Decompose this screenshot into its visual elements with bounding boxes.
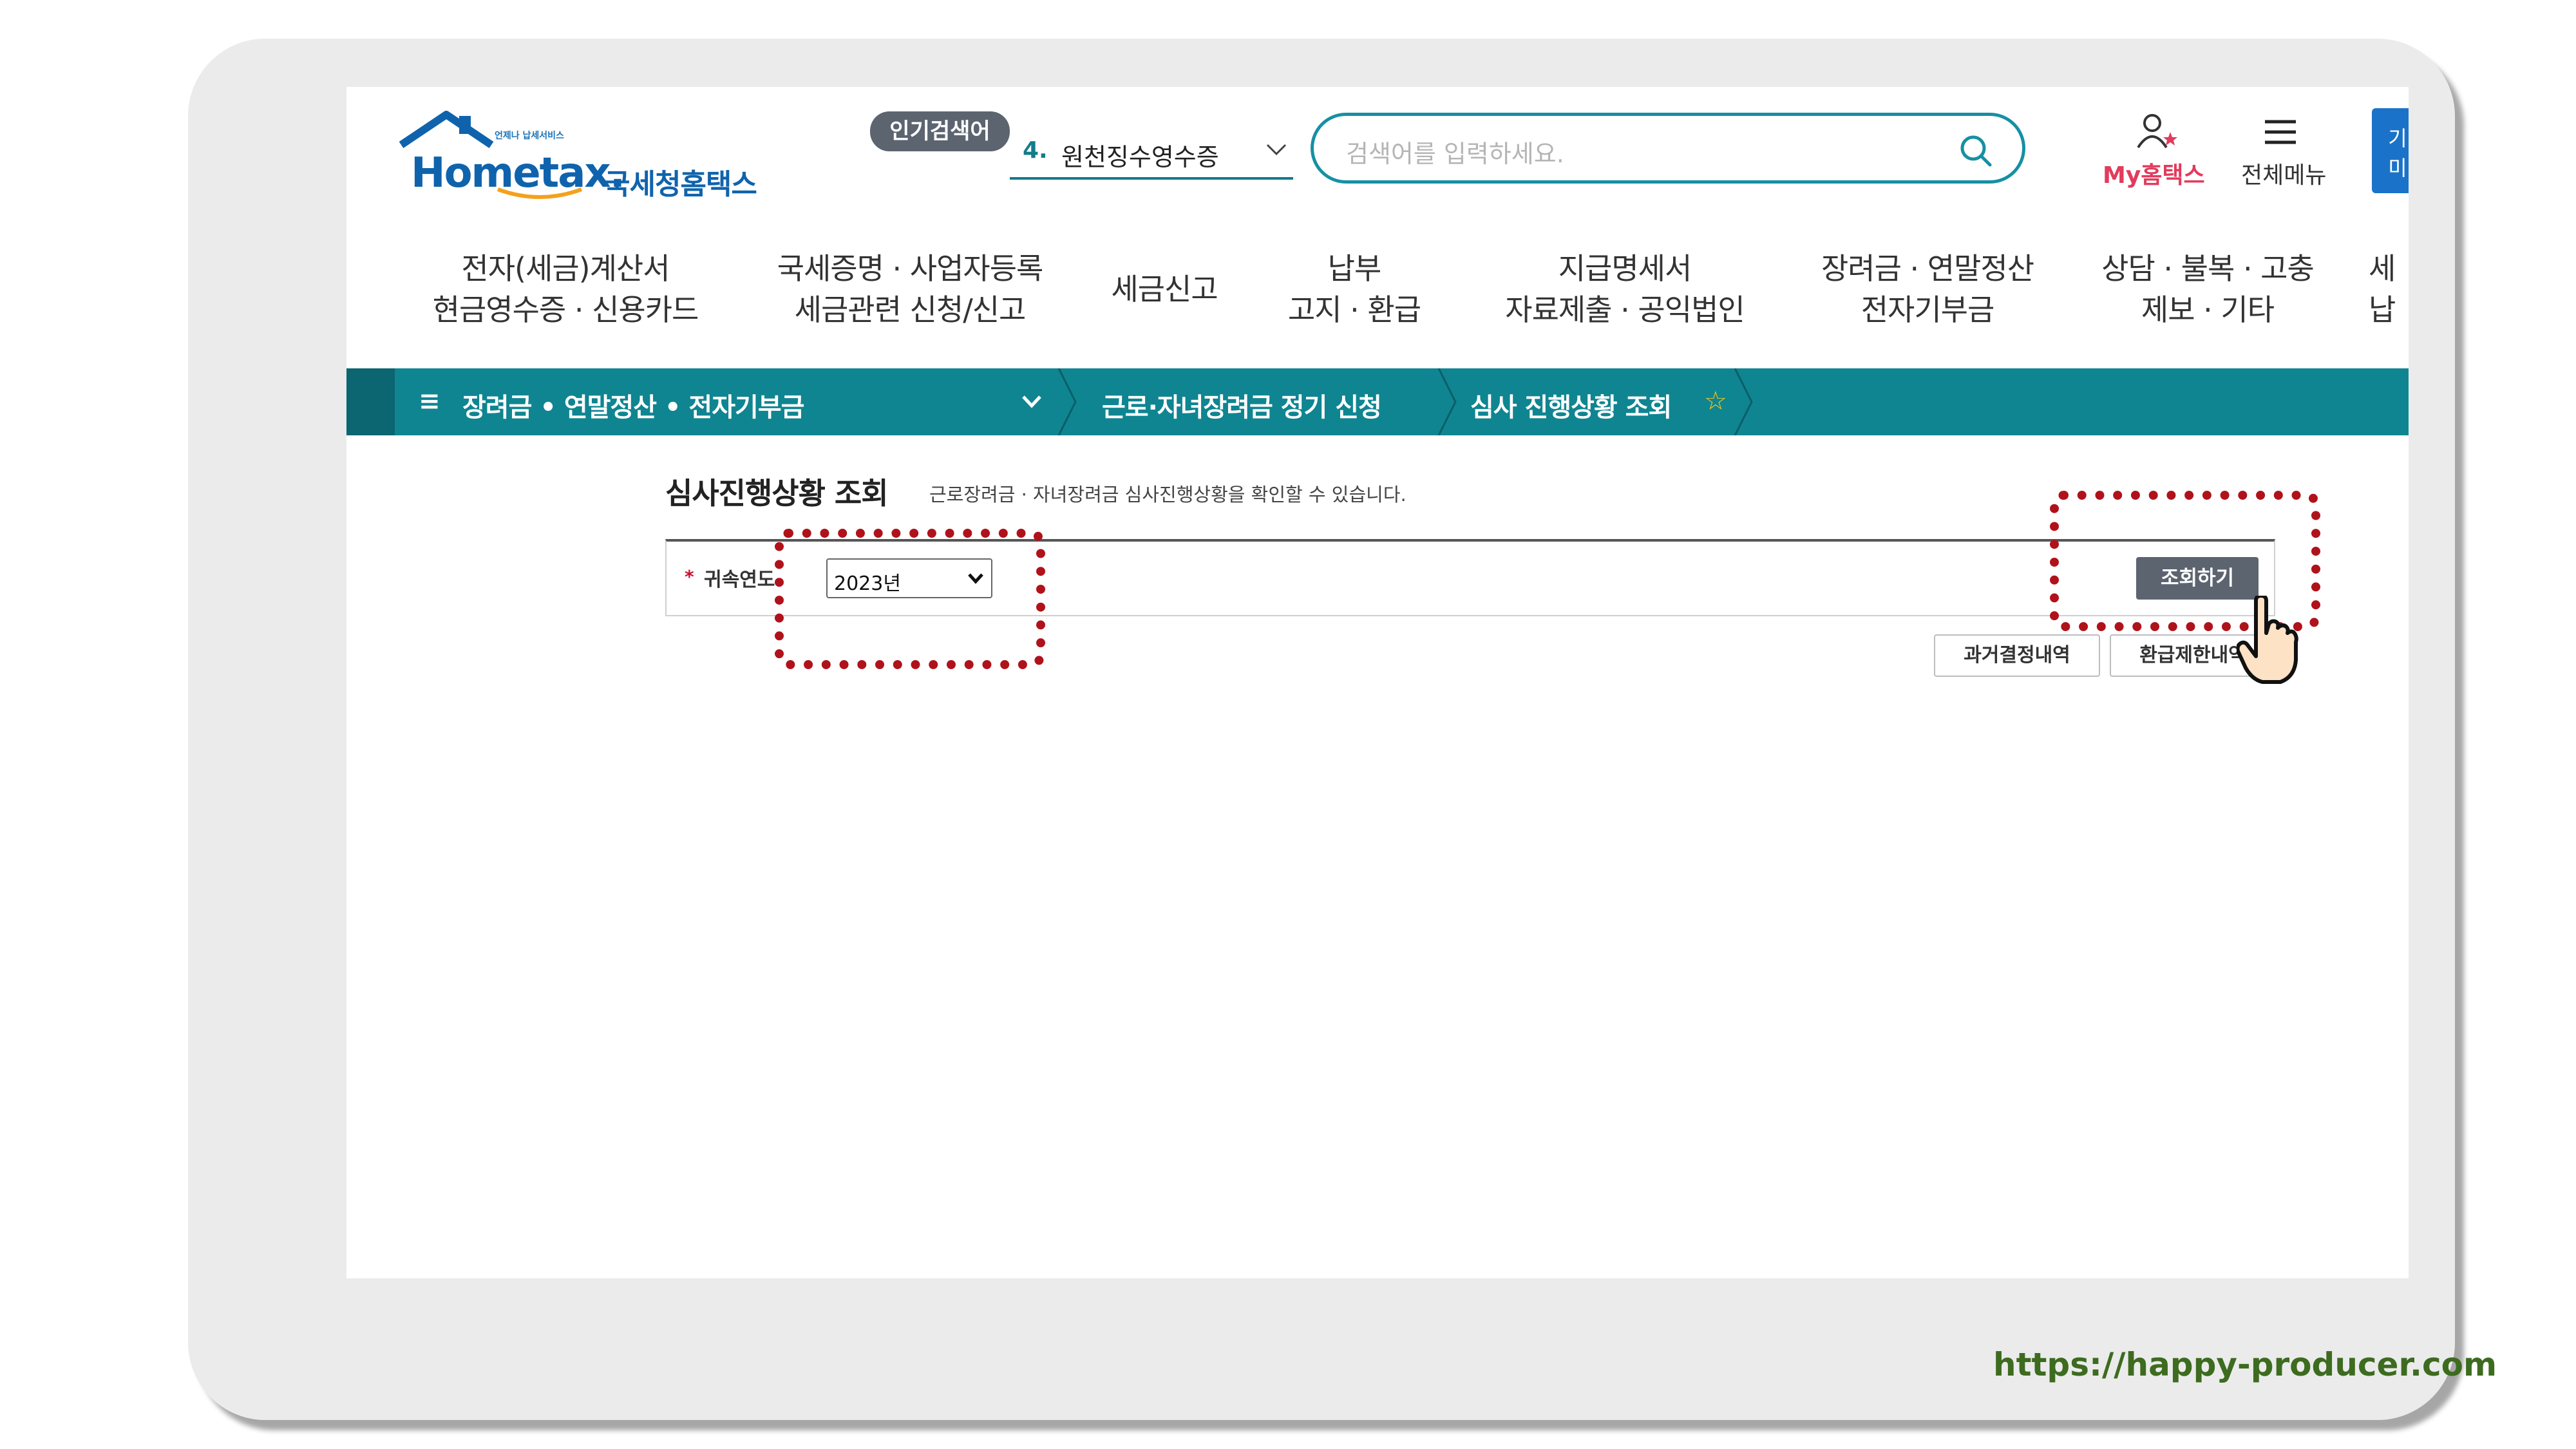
search-icon[interactable] [1958,133,1994,169]
nav-label-line2: 현금영수증 · 신용카드 [432,292,699,327]
house-logo-icon [399,111,494,148]
logo-subtitle: 언제나 납세서비스 [495,131,564,141]
hand-pointer-icon [2237,596,2298,684]
nav-incentives[interactable]: 장려금 · 연말정산 전자기부금 [1802,248,2053,330]
hamburger-menu-icon[interactable] [2262,118,2298,149]
search-placeholder: 검색어를 입력하세요. [1346,140,1564,168]
breadcrumb-current: 심사 진행상황 조회 [1470,393,1672,422]
logo-swoosh-icon [497,187,583,199]
logo-korean: 국세청홈택스 [604,168,757,201]
popular-search-dropdown[interactable]: 4. 원천징수영수증 [1010,126,1293,180]
side-button-line2: 미 [2388,156,2407,180]
nav-label-line1: 지급명세서 [1558,251,1692,286]
popular-item-text: 원천징수영수증 [1061,143,1219,171]
nav-payment-statement[interactable]: 지급명세서 자료제출 · 공익법인 [1490,248,1760,330]
nav-tax-certificate[interactable]: 국세증명 · 사업자등록 세금관련 신청/신고 [765,248,1055,330]
breadcrumb-edge [346,368,395,435]
user-icon[interactable] [2137,113,2182,151]
search-input[interactable]: 검색어를 입력하세요. [1311,113,2025,184]
year-highlight-box [775,529,1045,669]
popular-item-number: 4. [1023,137,1048,164]
browser-screen: 언제나 납세서비스 Hometax. 국세청홈택스 인기검색어 4. 원천징수영… [346,87,2409,1278]
nav-label-line2: 고지 · 환급 [1287,292,1421,327]
required-mark: * [685,566,694,587]
nav-label-line2: 전자기부금 [1861,292,1995,327]
my-hometax-link[interactable]: My홈택스 [2103,156,2205,190]
nav-tax-filing[interactable]: 세금신고 [1087,269,1242,310]
breadcrumb-sub[interactable]: 근로·자녀장려금 정기 신청 [1102,386,1382,424]
chevron-down-icon [1266,144,1287,156]
nav-label-line1: 상담 · 불복 · 고충 [2101,251,2315,286]
breadcrumb: ≡ 장려금 • 연말정산 • 전자기부금 근로·자녀장려금 정기 신청 심사 진… [346,368,2409,435]
footer-url[interactable]: https://happy-producer.com [1993,1346,2497,1383]
nav-label-line1: 전자(세금)계산서 [461,251,670,286]
page-description: 근로장려금 · 자녀장려금 심사진행상황을 확인할 수 있습니다. [929,484,1406,506]
nav-label-line2: 세금관련 신청/신고 [794,292,1027,327]
breadcrumb-menu-icon[interactable]: ≡ [419,386,440,416]
nav-consultation[interactable]: 상담 · 불복 · 고충 제보 · 기타 [2085,248,2330,330]
page-title: 심사진행상황 조회 [665,476,889,511]
breadcrumb-separator [1057,368,1077,435]
nav-payment[interactable]: 납부 고지 · 환급 [1277,248,1432,330]
year-label: 귀속연도 [704,569,775,591]
favorite-star-icon[interactable]: ☆ [1704,386,1727,416]
nav-cutoff[interactable]: 세 납 [2369,248,2409,330]
nav-label-line1: 장려금 · 연말정산 [1821,251,2034,286]
hometax-logo[interactable]: 언제나 납세서비스 Hometax. 국세청홈택스 [398,109,759,201]
nav-label-line1: 세 [2369,251,2396,286]
nav-e-invoice[interactable]: 전자(세금)계산서 현금영수증 · 신용카드 [430,248,701,330]
nav-label-line2: 자료제출 · 공익법인 [1505,292,1745,327]
nav-label-line1: 납부 [1327,251,1382,286]
nav-label-line2: 납 [2369,292,2396,327]
past-decisions-button[interactable]: 과거결정내역 [1934,634,2100,677]
side-blue-button[interactable]: 기 미 [2372,108,2409,193]
popular-search-badge: 인기검색어 [870,111,1010,151]
chevron-down-icon[interactable] [1021,393,1043,411]
side-button-line1: 기 [2388,126,2407,151]
breadcrumb-separator [1437,368,1457,435]
breadcrumb-separator [1734,368,1753,435]
nav-label-line1: 세금신고 [1111,272,1218,307]
nav-label-line1: 국세증명 · 사업자등록 [777,251,1044,286]
breadcrumb-category[interactable]: 장려금 • 연말정산 • 전자기부금 [462,386,804,424]
nav-label-line2: 제보 · 기타 [2141,292,2275,327]
all-menu-link[interactable]: 전체메뉴 [2241,156,2326,190]
